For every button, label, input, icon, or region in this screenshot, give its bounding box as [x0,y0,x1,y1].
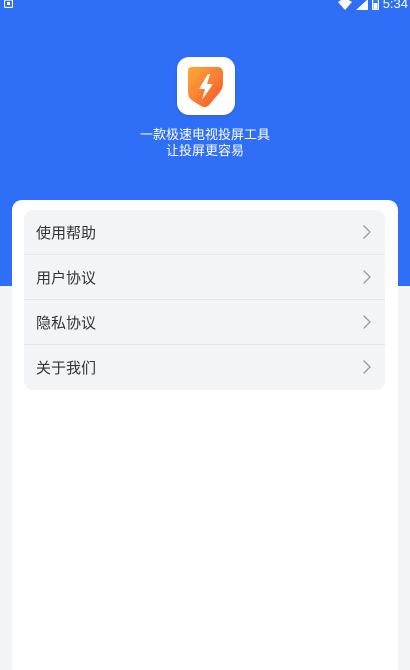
tagline-line-1: 一款极速电视投屏工具 [139,128,270,143]
menu-item-label: 关于我们 [36,359,97,377]
status-icons: 5:34 [337,0,410,11]
settings-menu: 使用帮助 用户协议 隐私协议 关于我们 [24,210,385,390]
notification-icon [4,0,13,8]
chevron-right-icon [363,270,371,284]
tagline-line-2: 让投屏更容易 [165,144,244,159]
menu-item-label: 隐私协议 [36,313,97,332]
chevron-right-icon [363,315,371,329]
chevron-right-icon [363,360,371,374]
menu-item-label: 用户协议 [36,268,97,287]
wifi-icon [337,0,352,10]
menu-item-user-agreement[interactable]: 用户协议 [24,255,385,300]
chevron-right-icon [363,225,371,239]
signal-icon [355,0,368,10]
status-time: 5:34 [382,0,408,11]
lightning-bolt-icon [188,67,223,108]
menu-item-help[interactable]: 使用帮助 [24,210,385,255]
menu-item-label: 使用帮助 [36,223,97,242]
tagline: 一款极速电视投屏工具 让投屏更容易 [0,128,410,160]
app-logo [177,57,235,115]
menu-item-about-us[interactable]: 关于我们 [24,345,385,390]
status-bar: 5:34 [0,0,410,14]
menu-item-privacy-policy[interactable]: 隐私协议 [24,300,385,345]
battery-icon [371,0,379,10]
content-card: 使用帮助 用户协议 隐私协议 关于我们 [12,200,398,670]
